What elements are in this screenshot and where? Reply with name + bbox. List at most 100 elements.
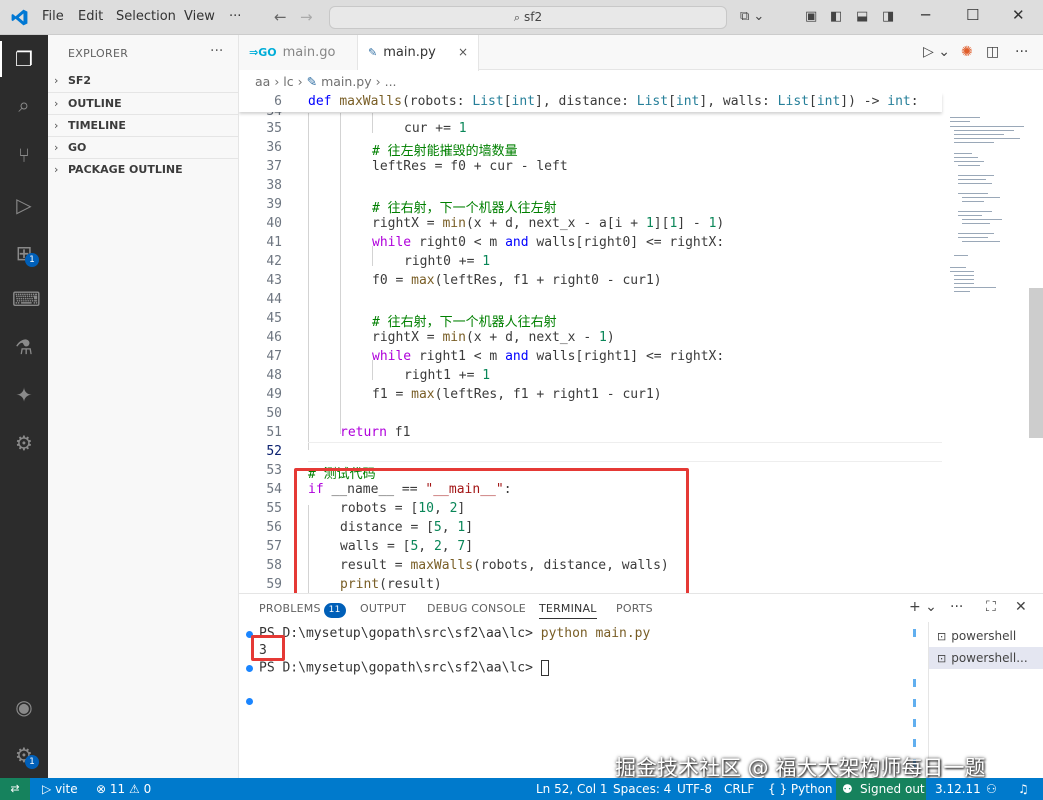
sidebar-more-icon[interactable]: ··· xyxy=(210,43,223,59)
section-package-outline[interactable]: › PACKAGE OUTLINE xyxy=(48,158,239,180)
forward-arrow-icon[interactable]: → xyxy=(300,8,313,26)
status-problems[interactable]: ⊗ 11 ⚠ 0 xyxy=(96,778,151,800)
menu-file[interactable]: File xyxy=(42,9,64,24)
minimap-line xyxy=(958,179,986,180)
close-panel-icon[interactable]: ✕ xyxy=(1015,599,1027,615)
title-bar: File Edit Selection View ··· ← → ⌕ sf2 ⧉ … xyxy=(0,0,1043,35)
command-decoration-icon[interactable] xyxy=(246,665,253,672)
docker-icon[interactable]: ⚙ xyxy=(12,431,36,455)
section-sf2[interactable]: › SF2 xyxy=(48,70,239,92)
section-go[interactable]: › GO xyxy=(48,136,239,158)
line-number: 51 xyxy=(266,425,282,440)
split-editor-icon[interactable]: ◫ xyxy=(986,44,999,60)
breadcrumb-lc[interactable]: lc xyxy=(283,74,293,89)
line-number: 49 xyxy=(266,387,282,402)
back-arrow-icon[interactable]: ← xyxy=(274,8,287,26)
line-number: 56 xyxy=(266,520,282,535)
source-control-icon[interactable]: ⑂ xyxy=(12,143,36,167)
maximize-panel-icon[interactable]: ⛶ xyxy=(986,599,996,615)
status-signed-out[interactable]: ⚉ Signed out xyxy=(836,778,926,800)
status-python-version[interactable]: 3.12.11 xyxy=(935,778,981,800)
toggle-panel-icon[interactable]: ⬓ xyxy=(856,9,868,24)
minimap-line xyxy=(958,237,988,238)
accounts-icon[interactable]: ◉ xyxy=(12,695,36,719)
terminal-cursor xyxy=(540,660,549,676)
vscode-logo-icon[interactable] xyxy=(10,8,29,27)
tab-ports[interactable]: PORTS xyxy=(616,602,653,615)
highlight-box-output xyxy=(251,635,285,661)
command-center-search[interactable]: ⌕ sf2 xyxy=(329,6,727,29)
breadcrumb-main-py[interactable]: main.py xyxy=(321,74,372,89)
layout-customize-icon[interactable]: ▣ xyxy=(805,9,817,24)
tab-main-py[interactable]: ✎ main.py × xyxy=(358,35,479,71)
sticky-scroll-header[interactable]: 6 def maxWalls(robots: List[int], distan… xyxy=(239,93,942,112)
remote-explorer-icon[interactable]: ⌨ xyxy=(12,287,41,311)
command-decoration-icon[interactable] xyxy=(246,698,253,705)
tab-main-go[interactable]: ⇒GO main.go xyxy=(239,35,358,70)
status-eol[interactable]: CRLF xyxy=(724,778,754,800)
line-number: 43 xyxy=(266,273,282,288)
code-line: while right1 < m and walls[right1] <= ri… xyxy=(372,349,725,364)
terminal-item-powershell-1[interactable]: ⊡ powershell xyxy=(929,625,1043,647)
tab-problems[interactable]: PROBLEMS 11 xyxy=(259,602,346,618)
terminal-icon: ⊡ xyxy=(937,630,947,643)
copilot-status-icon[interactable]: ⚇ xyxy=(986,778,997,800)
toggle-secondary-sidebar-icon[interactable]: ◨ xyxy=(882,9,894,24)
line-number: 58 xyxy=(266,558,282,573)
python-file-icon: ✎ xyxy=(306,74,318,89)
close-window-icon[interactable]: ✕ xyxy=(1012,6,1025,24)
chat-icon[interactable]: ✦ xyxy=(12,383,36,407)
editor-scrollbar-thumb[interactable] xyxy=(1029,288,1043,438)
status-vite[interactable]: ▷ vite xyxy=(42,778,78,800)
code-line: right1 += 1 xyxy=(404,368,491,383)
status-cursor-position[interactable]: Ln 52, Col 1 xyxy=(536,778,608,800)
tab-debug-console[interactable]: DEBUG CONSOLE xyxy=(427,602,526,615)
code-editor[interactable]: 34 if cur < m and walls[cur] == x: 35 cu… xyxy=(239,93,1043,593)
minimap-line xyxy=(958,183,992,184)
run-python-icon[interactable]: ▷ ⌄ xyxy=(923,44,950,60)
explorer-icon[interactable]: ❐ xyxy=(12,47,36,71)
close-tab-icon[interactable]: × xyxy=(458,35,468,70)
search-icon[interactable]: ⌕ xyxy=(12,93,36,117)
notifications-bell-icon[interactable]: ♫ xyxy=(1018,778,1029,800)
code-line: rightX = min(x + d, next_x - 1) xyxy=(372,330,615,345)
status-indentation[interactable]: Spaces: 4 xyxy=(613,778,671,800)
run-debug-icon[interactable]: ▷ xyxy=(12,193,36,217)
terminal-item-powershell-2[interactable]: ⊡ powershell... xyxy=(929,647,1043,669)
more-actions-icon[interactable]: ··· xyxy=(950,599,963,615)
testing-icon[interactable]: ⚗ xyxy=(12,335,36,359)
scroll-marker xyxy=(913,719,916,727)
line-number: 48 xyxy=(266,368,282,383)
maximize-icon[interactable]: ☐ xyxy=(966,6,979,24)
minimap-line xyxy=(958,193,988,194)
status-encoding[interactable]: UTF-8 xyxy=(677,778,712,800)
code-line: rightX = min(x + d, next_x - a[i + 1][1]… xyxy=(372,216,725,231)
new-terminal-icon[interactable]: + ⌄ xyxy=(909,599,937,615)
terminal-line-2[interactable]: PS D:\mysetup\gopath\src\sf2\aa\lc> xyxy=(259,660,549,676)
copilot-icon[interactable]: ⧉ ⌄ xyxy=(740,9,764,24)
section-timeline[interactable]: › TIMELINE xyxy=(48,114,239,136)
remote-indicator-icon[interactable]: ⇄ xyxy=(0,778,30,800)
line-number: 35 xyxy=(266,121,282,136)
chevron-right-icon: › xyxy=(274,74,284,89)
section-outline[interactable]: › OUTLINE xyxy=(48,92,239,114)
more-actions-icon[interactable]: ··· xyxy=(1015,44,1028,60)
tab-output[interactable]: OUTPUT xyxy=(360,602,406,615)
tab-label: main.go xyxy=(282,45,336,60)
minimap-line xyxy=(962,219,1002,220)
menu-more[interactable]: ··· xyxy=(229,9,241,24)
minimap-line xyxy=(954,130,1014,131)
copilot-sparkle-icon[interactable]: ✺ xyxy=(961,44,973,60)
tab-terminal[interactable]: TERMINAL xyxy=(539,602,597,619)
minimize-icon[interactable]: ─ xyxy=(921,6,930,24)
menu-view[interactable]: View xyxy=(184,9,215,24)
menu-selection[interactable]: Selection xyxy=(116,9,176,24)
toggle-primary-sidebar-icon[interactable]: ◧ xyxy=(830,9,842,24)
chevron-right-icon: › xyxy=(54,97,59,110)
minimap[interactable] xyxy=(942,93,1028,393)
breadcrumb-symbol[interactable]: ... xyxy=(385,74,397,89)
menu-edit[interactable]: Edit xyxy=(78,9,103,24)
line-number: 36 xyxy=(266,140,282,155)
status-language[interactable]: { } Python xyxy=(768,778,833,800)
breadcrumb-aa[interactable]: aa xyxy=(255,74,270,89)
